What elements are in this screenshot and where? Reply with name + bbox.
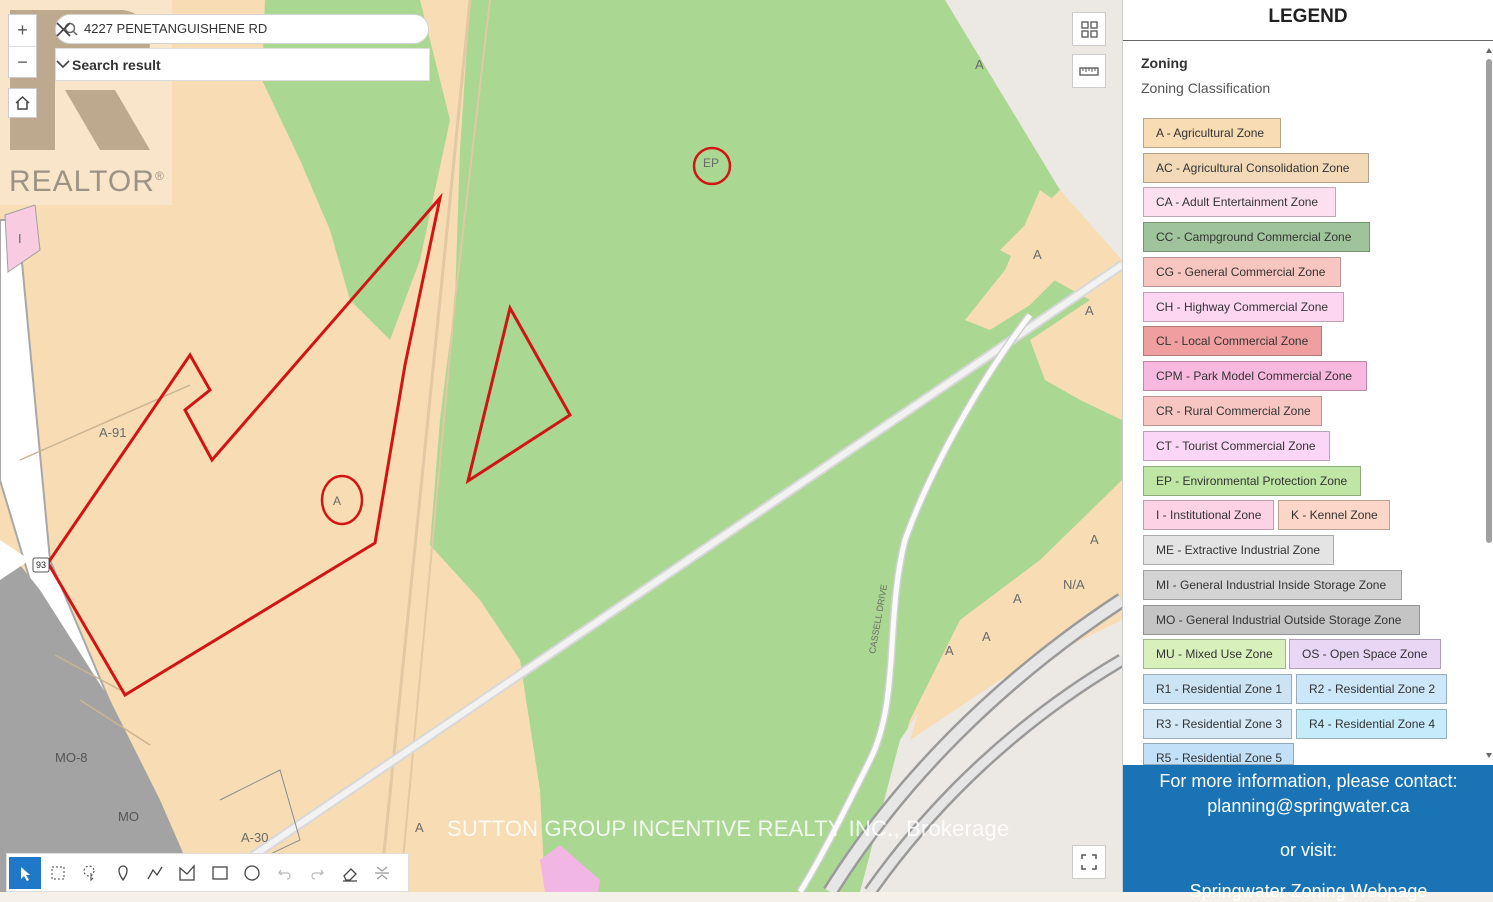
map-label-a91: A-91 — [99, 425, 127, 440]
legend-item: CG - General Commercial Zone — [1143, 257, 1341, 287]
rectangle-tool-button[interactable] — [204, 857, 236, 889]
map-label-93: 93 — [36, 560, 47, 570]
home-icon — [15, 95, 30, 110]
fullscreen-button[interactable] — [1072, 845, 1106, 879]
search-result-label: Search result — [72, 57, 161, 73]
legend-item: MU - Mixed Use Zone — [1143, 639, 1286, 669]
clear-search-icon[interactable] — [56, 22, 71, 37]
legend-section-title: Zoning — [1141, 55, 1188, 71]
legend-item: K - Kennel Zone — [1278, 500, 1390, 530]
home-button[interactable] — [8, 88, 37, 118]
rectangle-select-button[interactable] — [42, 857, 74, 889]
map-label-a: A — [1013, 591, 1022, 606]
legend-item: I - Institutional Zone — [1143, 500, 1274, 530]
collapse-icon — [375, 866, 389, 880]
cursor-icon — [21, 867, 30, 881]
basemap-gallery-button[interactable] — [1072, 12, 1106, 46]
lasso-icon — [83, 865, 95, 882]
ruler-icon — [1079, 67, 1099, 76]
contact-heading: For more information, please contact: — [1159, 771, 1458, 791]
polygon-icon — [179, 864, 195, 881]
map-label-a30: A-30 — [241, 830, 269, 845]
brokerage-watermark: SUTTON GROUP INCENTIVE REALTY INC., Brok… — [447, 816, 1010, 841]
circle-icon — [244, 865, 260, 881]
circle-tool-button[interactable] — [236, 857, 268, 889]
legend-item: CL - Local Commercial Zone — [1143, 326, 1322, 356]
rectangle-select-icon — [51, 866, 65, 880]
visit-heading: or visit: — [1279, 840, 1337, 860]
legend-item: CA - Adult Entertainment Zone — [1143, 187, 1336, 217]
legend-item: EP - Environmental Protection Zone — [1143, 466, 1361, 496]
map-label-mo8: MO-8 — [55, 750, 88, 765]
legend-item: CR - Rural Commercial Zone — [1143, 396, 1322, 426]
legend-item: R2 - Residential Zone 2 — [1296, 674, 1447, 704]
redo-icon — [311, 869, 324, 880]
grid-icon — [1081, 21, 1098, 38]
map-pin-icon — [118, 865, 128, 882]
polyline-icon — [147, 866, 163, 880]
legend-item: MI - General Industrial Inside Storage Z… — [1143, 570, 1402, 600]
legend-item: CC - Campground Commercial Zone — [1143, 222, 1370, 252]
legend-title: LEGEND — [1123, 0, 1493, 41]
legend-item: R4 - Residential Zone 4 — [1296, 709, 1447, 739]
point-tool-button[interactable] — [107, 857, 139, 889]
legend-item: OS - Open Space Zone — [1289, 639, 1441, 669]
legend-scrollbar[interactable] — [1484, 45, 1493, 765]
fullscreen-icon — [1081, 854, 1097, 870]
map-label-ep: EP — [703, 156, 720, 170]
polygon-tool-button[interactable] — [171, 857, 203, 889]
select-tool-button[interactable] — [9, 857, 41, 889]
legend-item: R3 - Residential Zone 3 — [1143, 709, 1292, 739]
map-label-a: A — [1090, 532, 1099, 547]
redo-button[interactable] — [301, 857, 333, 889]
draw-toolbar — [6, 853, 409, 892]
legend-item: MO - General Industrial Outside Storage … — [1143, 605, 1420, 635]
search-result-dropdown[interactable]: Search result — [55, 48, 430, 81]
zoom-out-button[interactable]: − — [9, 47, 36, 78]
legend-subtitle: Zoning Classification — [1141, 80, 1271, 96]
lasso-select-button[interactable] — [74, 857, 106, 889]
map-canvas[interactable] — [0, 0, 1122, 892]
search-value: 4227 PENETANGUISHENE RD — [84, 21, 268, 36]
legend-panel: LEGEND Zoning Zoning Classification A - … — [1122, 0, 1493, 901]
map-label-a: A — [975, 57, 984, 72]
realtor-logo-text: REALTOR® — [9, 165, 165, 198]
polyline-tool-button[interactable] — [139, 857, 171, 889]
zoom-control: + − — [8, 14, 37, 78]
contact-info-box: For more information, please contact: pl… — [1123, 765, 1493, 901]
scrollbar-graphic — [1486, 48, 1492, 758]
legend-item: ME - Extractive Industrial Zone — [1143, 535, 1334, 565]
undo-icon — [278, 869, 291, 880]
map-label-mo: MO — [118, 809, 139, 824]
legend-item: CPM - Park Model Commercial Zone — [1143, 361, 1367, 391]
legend-item: R5 - Residential Zone 5 — [1143, 743, 1294, 765]
legend-item: CT - Tourist Commercial Zone — [1143, 431, 1330, 461]
map-label-na: N/A — [1063, 577, 1085, 592]
collapse-toolbar-button[interactable] — [366, 857, 398, 889]
legend-item: A - Agricultural Zone — [1143, 118, 1281, 148]
legend-item: CH - Highway Commercial Zone — [1143, 292, 1344, 322]
map-label-a: A — [415, 820, 424, 835]
map-label-a: A — [945, 643, 954, 658]
measure-button[interactable] — [1072, 54, 1106, 88]
rectangle-icon — [212, 866, 228, 880]
map-label-a: A — [1033, 247, 1042, 262]
eraser-icon — [343, 868, 357, 882]
legend-item: R1 - Residential Zone 1 — [1143, 674, 1292, 704]
legend-item: AC - Agricultural Consolidation Zone — [1143, 153, 1369, 183]
map-label-a: A — [1085, 303, 1094, 318]
search-input[interactable]: 4227 PENETANGUISHENE RD — [55, 14, 429, 44]
undo-button[interactable] — [269, 857, 301, 889]
chevron-down-icon — [56, 60, 70, 69]
zoom-in-button[interactable]: + — [9, 15, 36, 47]
contact-email[interactable]: planning@springwater.ca — [1123, 796, 1493, 817]
map-label-i: I — [18, 231, 22, 246]
map-label-a: A — [333, 494, 342, 508]
eraser-button[interactable] — [334, 857, 366, 889]
map-label-a: A — [982, 629, 991, 644]
zoning-map[interactable]: REALTOR® EP A A-91 93 I MO-8 MO A-30 A A… — [0, 0, 1122, 892]
